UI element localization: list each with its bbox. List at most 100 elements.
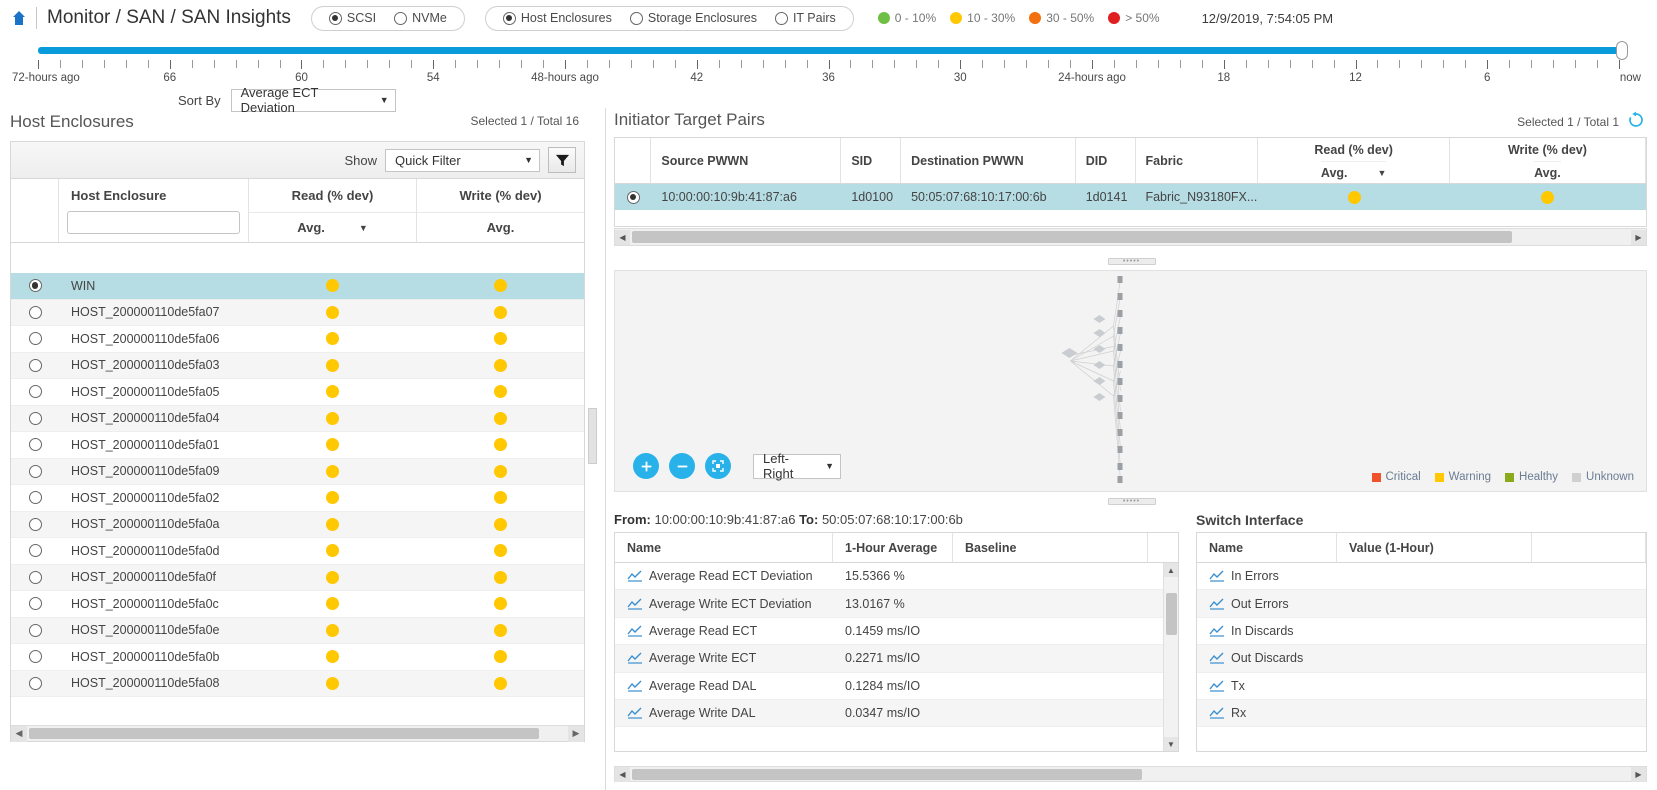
metrics-table-row[interactable]: Average Read ECT Deviation 15.5366 % (615, 563, 1178, 591)
view-radio-group[interactable]: Host Enclosures Storage Enclosures IT Pa… (484, 5, 854, 31)
table-row[interactable]: HOST_200000110de5fa07 (11, 299, 584, 326)
itp-row-radio[interactable] (615, 190, 651, 204)
slider-tick (1575, 60, 1577, 68)
metrics-table-row[interactable]: Average Write ECT Deviation 13.0167 % (615, 590, 1178, 618)
metrics-table-row[interactable]: Average Write DAL 0.0347 ms/IO (615, 699, 1178, 728)
slider-tick (718, 60, 720, 68)
row-radio[interactable] (11, 464, 59, 478)
sort-desc-icon[interactable]: ▼ (359, 223, 368, 233)
bottom-scroll-left-arrow[interactable]: ◀ (615, 766, 630, 782)
table-row[interactable]: HOST_200000110de5fa05 (11, 379, 584, 406)
bottom-hscroll-thumb[interactable] (632, 768, 1142, 780)
table-row[interactable]: HOST_200000110de5fa0e (11, 617, 584, 644)
bottom-hscrollbar[interactable]: ◀ ▶ (614, 766, 1647, 782)
topology-canvas[interactable]: Left-Right ▼ Critical Warning Healthy Unkno… (614, 270, 1647, 492)
radio-it-pairs[interactable]: IT Pairs (766, 11, 845, 25)
fit-screen-button[interactable] (705, 453, 731, 479)
metrics-table-row[interactable]: Average Write ECT 0.2271 ms/IO (615, 645, 1178, 673)
legend-label-0-10: 0 - 10% (894, 11, 937, 25)
refresh-button[interactable] (1627, 111, 1647, 131)
host-enclosure-filter-input[interactable] (67, 210, 240, 234)
from-label: From: (614, 512, 651, 527)
table-row[interactable]: HOST_200000110de5fa08 (11, 670, 585, 697)
row-radio[interactable] (11, 570, 59, 584)
itp-scroll-right-arrow[interactable]: ▶ (1631, 229, 1646, 245)
slider-tick (1355, 60, 1357, 69)
table-row[interactable]: HOST_200000110de5fa0d (11, 538, 584, 565)
bottom-scroll-right-arrow[interactable]: ▶ (1631, 766, 1646, 782)
row-radio[interactable] (11, 358, 59, 372)
row-radio[interactable] (11, 305, 59, 319)
switch-interface-table-row[interactable]: In Discards (1197, 618, 1646, 646)
switch-interface-table-row[interactable]: Tx (1197, 673, 1646, 700)
quick-filter-select[interactable]: Quick Filter ▼ (385, 148, 540, 172)
slider-track[interactable] (38, 47, 1619, 54)
sw-name-cell: In Discards (1197, 624, 1337, 638)
host-enclosures-hscrollbar[interactable]: ◀ ▶ (11, 725, 584, 742)
radio-host-enclosures[interactable]: Host Enclosures (494, 11, 621, 25)
table-row[interactable]: HOST_200000110de5fa01 (11, 432, 584, 459)
itp-sort-desc-icon[interactable]: ▼ (1378, 168, 1387, 178)
row-radio[interactable] (11, 491, 59, 505)
home-icon[interactable] (10, 8, 28, 28)
zoom-in-button[interactable] (633, 453, 659, 479)
zoom-out-button[interactable] (669, 453, 695, 479)
table-row[interactable]: HOST_200000110de5fa09 (11, 458, 584, 485)
filter-funnel-button[interactable] (548, 147, 576, 173)
row-radio[interactable] (11, 279, 59, 293)
scroll-left-arrow[interactable]: ◀ (11, 725, 27, 742)
metrics-table-row[interactable]: Average Read ECT 0.1459 ms/IO (615, 618, 1178, 646)
row-radio[interactable] (11, 411, 59, 425)
radio-scsi[interactable]: SCSI (320, 11, 385, 25)
radio-nvme[interactable]: NVMe (385, 11, 456, 25)
metrics-scroll-down[interactable]: ▼ (1164, 737, 1178, 751)
metrics-vscrollbar[interactable]: ▲ ▼ (1163, 563, 1178, 751)
row-radio[interactable] (11, 517, 59, 531)
time-range-slider[interactable]: 72-hours ago 66 60 54 48-hours ago 42 36 30 24-h… (0, 36, 1657, 88)
row-radio[interactable] (11, 385, 59, 399)
row-radio[interactable] (11, 623, 59, 637)
row-radio[interactable] (11, 544, 59, 558)
row-radio[interactable] (11, 650, 59, 664)
read-severity-dot (326, 411, 340, 425)
row-radio[interactable] (11, 438, 59, 452)
topology-legend-swatch (1371, 472, 1381, 482)
table-row[interactable]: HOST_200000110de5fa02 (11, 485, 584, 512)
switch-interface-table-row[interactable]: Out Discards (1197, 645, 1646, 673)
switch-interface-table-row[interactable]: Rx (1197, 699, 1646, 728)
table-row[interactable]: HOST_200000110de5fa0c (11, 591, 584, 618)
row-radio[interactable] (11, 597, 59, 611)
write-severity-dot (493, 544, 507, 558)
table-row[interactable]: WIN (11, 273, 584, 300)
table-row[interactable]: HOST_200000110de5fa0f (11, 564, 584, 591)
row-write-cell (417, 676, 585, 690)
table-row[interactable]: HOST_200000110de5fa0b (11, 644, 584, 671)
slider-tick (1026, 60, 1028, 68)
itp-topology-splitter[interactable]: ••••• (1107, 258, 1156, 265)
panel-resize-grip[interactable] (588, 408, 597, 464)
table-row[interactable]: HOST_200000110de5fa0a (11, 511, 584, 538)
table-row[interactable]: HOST_200000110de5fa06 (11, 326, 584, 353)
itp-hscroll-thumb[interactable] (632, 231, 1512, 243)
row-radio[interactable] (11, 676, 59, 690)
metrics-vscroll-thumb[interactable] (1166, 593, 1177, 635)
header-write-col: Write (% dev) Avg. (417, 179, 584, 242)
switch-interface-table-row[interactable]: In Errors (1197, 563, 1646, 591)
metrics-scroll-up[interactable]: ▲ (1164, 563, 1178, 577)
topology-metrics-splitter[interactable]: ••••• (1107, 498, 1156, 505)
scroll-right-arrow[interactable]: ▶ (568, 725, 584, 742)
itp-table-row[interactable]: 10:00:00:10:9b:41:87:a6 1d0100 50:05:07:68… (615, 184, 1646, 210)
slider-tick (103, 60, 105, 68)
protocol-radio-group[interactable]: SCSI NVMe (310, 5, 465, 31)
itp-scroll-left-arrow[interactable]: ◀ (615, 229, 630, 245)
hscroll-thumb[interactable] (29, 728, 539, 739)
switch-interface-table-row[interactable]: Out Errors (1197, 590, 1646, 618)
table-row[interactable]: HOST_200000110de5fa03 (11, 352, 584, 379)
radio-storage-enclosures[interactable]: Storage Enclosures (621, 11, 766, 25)
metrics-table-row[interactable]: Average Read DAL 0.1284 ms/IO (615, 673, 1178, 700)
slider-handle[interactable] (1616, 41, 1628, 60)
itp-hscrollbar[interactable]: ◀ ▶ (614, 228, 1647, 246)
row-radio[interactable] (11, 332, 59, 346)
table-row[interactable]: HOST_200000110de5fa04 (11, 405, 584, 432)
layout-direction-select[interactable]: Left-Right ▼ (753, 451, 841, 481)
